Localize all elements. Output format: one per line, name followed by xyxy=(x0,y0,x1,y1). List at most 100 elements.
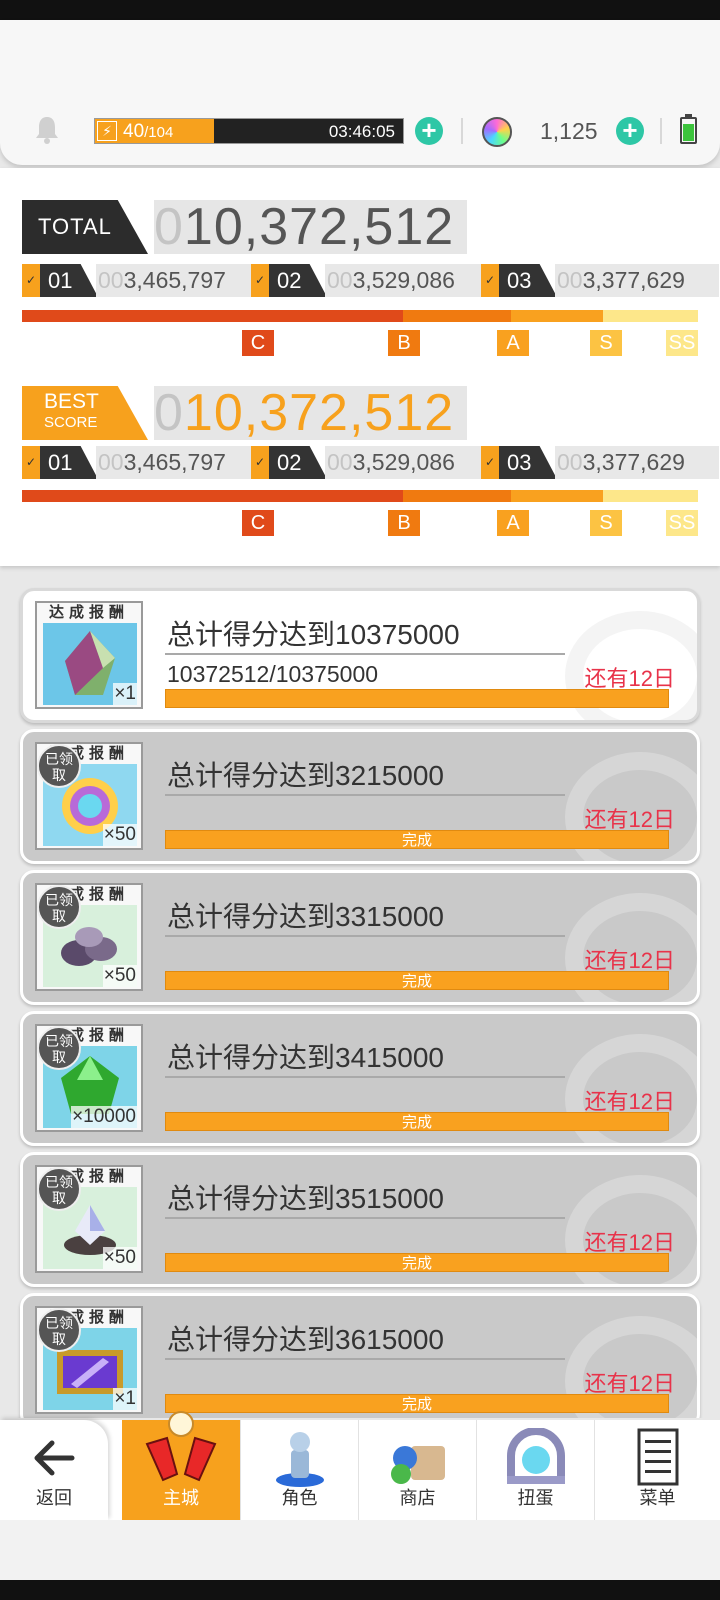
stamina-bar: ⚡ 40/104 03:46:05 xyxy=(94,118,404,144)
progress-bar: 完成 xyxy=(165,971,669,990)
nav-label: 主城 xyxy=(163,1488,199,1508)
rank-segment-a xyxy=(511,310,603,322)
stamina-timer: 03:46:05 xyxy=(328,122,395,141)
reward-box[interactable]: 达成报酬 ×10000 已领取 xyxy=(35,1024,143,1132)
nav-main-city[interactable]: 主城 xyxy=(122,1411,240,1520)
rank-c: C xyxy=(242,330,274,356)
back-button[interactable]: 返回 xyxy=(0,1420,108,1520)
rank-segment-c xyxy=(22,490,403,502)
check-icon: ✓ xyxy=(22,446,40,479)
gem-count: 1,125 xyxy=(540,118,598,144)
progress-bar: 完成 xyxy=(165,830,669,849)
mission-card[interactable]: 达成报酬 ×10000 已领取 总计得分达到3415000 还有12日 完成 xyxy=(20,1011,700,1146)
reward-box[interactable]: 达成报酬 ×1 已领取 xyxy=(35,1306,143,1414)
mission-title: 总计得分达到3315000 xyxy=(167,901,445,932)
reward-box[interactable]: 达成报酬 ×50 已领取 xyxy=(35,883,143,991)
reward-box[interactable]: 达成报酬 ×50 已领取 xyxy=(35,742,143,850)
rank-ss: SS xyxy=(666,330,698,356)
add-stamina-button[interactable]: + xyxy=(415,117,443,145)
add-gems-button[interactable]: + xyxy=(616,117,644,145)
nav-characters[interactable]: 角色 xyxy=(240,1420,358,1520)
check-icon: ✓ xyxy=(481,446,499,479)
divider xyxy=(165,794,565,796)
best-part-01: ✓ 01 003,465,797 xyxy=(22,446,260,479)
rank-a: A xyxy=(497,510,529,536)
divider xyxy=(165,1076,565,1078)
divider xyxy=(165,935,565,937)
reward-box[interactable]: 达成报酬 ×1 xyxy=(35,601,143,709)
total-part-01: ✓ 01 003,465,797 xyxy=(22,264,260,297)
part-score: 003,465,797 xyxy=(96,446,260,479)
mission-card[interactable]: 达成报酬 ×50 已领取 总计得分达到3315000 还有12日 完成 xyxy=(20,870,700,1005)
rank-segment-a xyxy=(511,490,603,502)
back-arrow-icon xyxy=(34,1440,75,1476)
system-bottom-bar xyxy=(0,1580,720,1600)
check-icon: ✓ xyxy=(251,446,269,479)
part-number: 01 xyxy=(40,446,98,479)
total-score: 010,372,512 xyxy=(154,200,467,254)
nav-menu[interactable]: 菜单 xyxy=(594,1420,720,1520)
nav-shop[interactable]: 商店 xyxy=(358,1420,476,1520)
nav-gacha[interactable]: 扭蛋 xyxy=(476,1420,594,1520)
nav-label: 商店 xyxy=(399,1488,436,1508)
total-part-03: ✓ 03 003,377,629 xyxy=(481,264,719,297)
menu-list-icon xyxy=(637,1428,678,1486)
reward-count: ×10000 xyxy=(71,1106,137,1128)
stamina-value: 40/104 xyxy=(123,121,174,142)
main-city-icon xyxy=(145,1411,217,1482)
reward-count: ×50 xyxy=(102,965,137,987)
progress-bar: 完成 xyxy=(165,1253,669,1272)
total-label: TOTAL xyxy=(22,200,148,254)
reward-count: ×1 xyxy=(113,683,137,705)
mission-card[interactable]: 达成报酬 ×1 总计得分达到10375000 10372512/10375000… xyxy=(20,588,700,723)
mission-title: 总计得分达到10375000 xyxy=(167,619,460,650)
reward-count: ×50 xyxy=(102,1247,137,1269)
part-score: 003,377,629 xyxy=(555,446,719,479)
system-status-bar xyxy=(0,0,720,20)
claimed-badge: 已领取 xyxy=(37,1167,81,1211)
rank-c: C xyxy=(242,510,274,536)
progress-bar: 完成 xyxy=(165,1112,669,1131)
progress-bar xyxy=(165,689,669,708)
bell-icon[interactable] xyxy=(34,114,60,144)
mission-card[interactable]: 达成报酬 ×1 已领取 总计得分达到3615000 还有12日 完成 xyxy=(20,1293,700,1418)
claimed-badge: 已领取 xyxy=(37,1308,81,1352)
best-rank-bar xyxy=(22,490,698,502)
claimed-badge: 已领取 xyxy=(37,744,81,788)
divider xyxy=(660,118,662,144)
mission-card[interactable]: 达成报酬 ×50 已领取 总计得分达到3515000 还有12日 完成 xyxy=(20,1152,700,1287)
part-score: 003,529,086 xyxy=(325,446,489,479)
lightning-icon: ⚡ xyxy=(97,121,117,141)
part-score: 003,529,086 xyxy=(325,264,489,297)
mission-card[interactable]: 达成报酬 ×50 已领取 总计得分达到3215000 还有12日 完成 xyxy=(20,729,700,864)
part-number: 02 xyxy=(269,264,327,297)
rank-b: B xyxy=(388,510,420,536)
check-icon: ✓ xyxy=(22,264,40,297)
progress-bar: 完成 xyxy=(165,1394,669,1413)
part-number: 02 xyxy=(269,446,327,479)
mission-title: 总计得分达到3615000 xyxy=(167,1324,445,1355)
claimed-badge: 已领取 xyxy=(37,885,81,929)
mission-title: 总计得分达到3215000 xyxy=(167,760,445,791)
gacha-portal-icon xyxy=(506,1428,565,1484)
part-score: 003,465,797 xyxy=(96,264,260,297)
total-rank-bar xyxy=(22,310,698,322)
gem-icon xyxy=(482,117,512,147)
divider xyxy=(165,653,565,655)
battery-icon xyxy=(680,114,697,144)
mission-progress-text: 10372512/10375000 xyxy=(167,661,379,687)
part-number: 01 xyxy=(40,264,98,297)
best-score-label: BEST SCORE xyxy=(22,386,148,440)
reward-count: ×1 xyxy=(113,1388,137,1410)
check-icon: ✓ xyxy=(251,264,269,297)
rank-b: B xyxy=(388,330,420,356)
score-panel: TOTAL 010,372,512 ✓ 01 003,465,797 ✓ 02 … xyxy=(0,168,720,566)
reward-box[interactable]: 达成报酬 ×50 已领取 xyxy=(35,1165,143,1273)
rank-ss: SS xyxy=(666,510,698,536)
divider xyxy=(165,1217,565,1219)
part-number: 03 xyxy=(499,264,557,297)
bottom-navigation: 返回 主城 角色 商店 扭蛋 菜单 xyxy=(0,1411,720,1520)
rank-s: S xyxy=(590,510,622,536)
claimed-badge: 已领取 xyxy=(37,1026,81,1070)
rank-segment-s xyxy=(603,310,698,322)
